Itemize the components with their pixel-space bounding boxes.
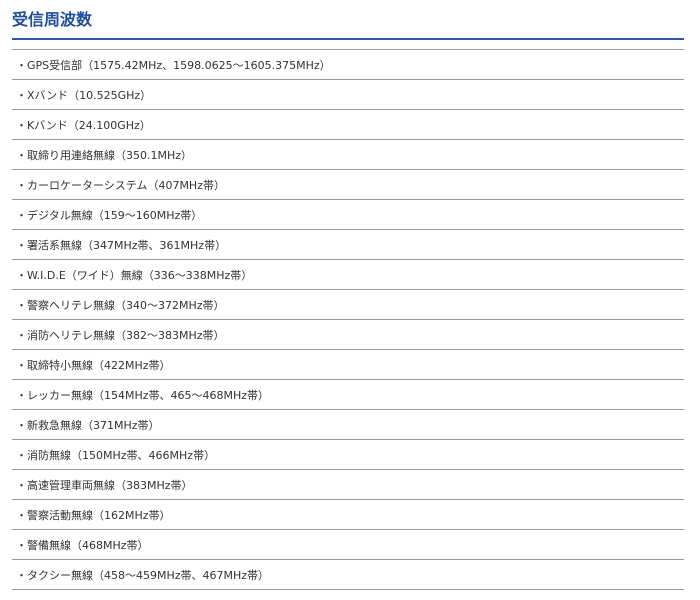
frequency-label: レッカー無線（154MHz帯、465〜468MHz帯） — [27, 388, 270, 402]
list-item: ・カーロケーターシステム（407MHz帯） — [12, 170, 684, 200]
frequency-label: タクシー無線（458〜459MHz帯、467MHz帯） — [27, 568, 270, 582]
list-item: ・警備無線（468MHz帯） — [12, 530, 684, 560]
frequency-label: 高速管理車両無線（383MHz帯） — [27, 478, 193, 492]
list-item: ・ Kバンド（24.100GHz） — [12, 110, 684, 140]
list-item: ・ W.I.D.E（ワイド）無線（336〜338MHz帯） — [12, 260, 684, 290]
frequency-label: 警察ヘリテレ無線（340〜372MHz帯） — [27, 298, 225, 312]
section-title: 受信周波数 — [12, 0, 684, 40]
receive-frequency-section: 受信周波数 ・ GPS受信部（1575.42MHz、1598.0625〜1605.… — [12, 0, 684, 590]
bullet-marker: ・ — [16, 328, 27, 342]
list-item: ・デジタル無線（159〜160MHz帯） — [12, 200, 684, 230]
bullet-marker: ・ — [16, 88, 27, 102]
bullet-marker: ・ — [16, 268, 27, 282]
frequency-label: GPS受信部（1575.42MHz、1598.0625〜1605.375MHz） — [27, 58, 331, 72]
frequency-label: 警察活動無線（162MHz帯） — [27, 508, 171, 522]
list-item: ・取締り用連絡無線（350.1MHz） — [12, 140, 684, 170]
list-item: ・タクシー無線（458〜459MHz帯、467MHz帯） — [12, 560, 684, 590]
bullet-marker: ・ — [16, 358, 27, 372]
bullet-marker: ・ — [16, 508, 27, 522]
bullet-marker: ・ — [16, 568, 27, 582]
frequency-label: W.I.D.E（ワイド）無線（336〜338MHz帯） — [27, 268, 253, 282]
frequency-label: 署活系無線（347MHz帯、361MHz帯） — [27, 238, 227, 252]
frequency-label: Kバンド（24.100GHz） — [27, 118, 151, 132]
frequency-label: 取締特小無線（422MHz帯） — [27, 358, 171, 372]
bullet-marker: ・ — [16, 478, 27, 492]
bullet-marker: ・ — [16, 418, 27, 432]
list-item: ・ GPS受信部（1575.42MHz、1598.0625〜1605.375MHz… — [12, 49, 684, 80]
bullet-marker: ・ — [16, 388, 27, 402]
frequency-label: Xバンド（10.525GHz） — [27, 88, 152, 102]
bullet-marker: ・ — [16, 208, 27, 222]
list-item: ・ Xバンド（10.525GHz） — [12, 80, 684, 110]
frequency-label: 消防ヘリテレ無線（382〜383MHz帯） — [27, 328, 225, 342]
frequency-label: デジタル無線（159〜160MHz帯） — [27, 208, 203, 222]
list-item: ・取締特小無線（422MHz帯） — [12, 350, 684, 380]
bullet-marker: ・ — [16, 178, 27, 192]
list-item: ・新救急無線（371MHz帯） — [12, 410, 684, 440]
frequency-label: カーロケーターシステム（407MHz帯） — [27, 178, 225, 192]
frequency-label: 新救急無線（371MHz帯） — [27, 418, 160, 432]
list-item: ・消防無線（150MHz帯、466MHz帯） — [12, 440, 684, 470]
frequency-label: 消防無線（150MHz帯、466MHz帯） — [27, 448, 216, 462]
list-item: ・警察活動無線（162MHz帯） — [12, 500, 684, 530]
list-item: ・警察ヘリテレ無線（340〜372MHz帯） — [12, 290, 684, 320]
list-item: ・署活系無線（347MHz帯、361MHz帯） — [12, 230, 684, 260]
frequency-label: 警備無線（468MHz帯） — [27, 538, 149, 552]
frequency-list: ・ GPS受信部（1575.42MHz、1598.0625〜1605.375MHz… — [12, 49, 684, 590]
bullet-marker: ・ — [16, 148, 27, 162]
bullet-marker: ・ — [16, 538, 27, 552]
frequency-label: 取締り用連絡無線（350.1MHz） — [27, 148, 193, 162]
bullet-marker: ・ — [16, 298, 27, 312]
list-item: ・高速管理車両無線（383MHz帯） — [12, 470, 684, 500]
list-item: ・消防ヘリテレ無線（382〜383MHz帯） — [12, 320, 684, 350]
bullet-marker: ・ — [16, 448, 27, 462]
list-item: ・レッカー無線（154MHz帯、465〜468MHz帯） — [12, 380, 684, 410]
bullet-marker: ・ — [16, 58, 27, 72]
bullet-marker: ・ — [16, 118, 27, 132]
bullet-marker: ・ — [16, 238, 27, 252]
